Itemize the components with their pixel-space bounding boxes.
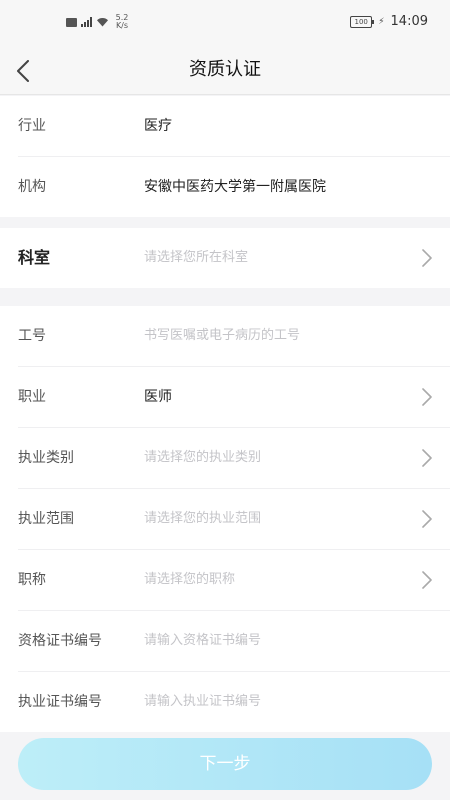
sim-icon xyxy=(66,17,77,27)
practice-cert-input[interactable] xyxy=(144,672,384,732)
page-title: 资质认证 xyxy=(189,59,261,80)
chevron-right-icon xyxy=(422,249,432,267)
row-professional-title[interactable]: 职称 请选择您的职称 xyxy=(18,550,450,611)
chevron-right-icon xyxy=(422,388,432,406)
row-practice-cert: 执业证书编号 xyxy=(18,672,450,732)
row-practice-scope[interactable]: 执业范围 请选择您的执业范围 xyxy=(18,489,450,550)
occupation-value: 医师 xyxy=(144,389,172,405)
row-qualification-cert: 资格证书编号 xyxy=(18,611,450,672)
chevron-right-icon xyxy=(422,449,432,467)
institution-label: 机构 xyxy=(18,179,46,195)
row-practice-category[interactable]: 执业类别 请选择您的执业类别 xyxy=(18,428,450,489)
status-right: 100 ⚡ 14:09 xyxy=(350,14,428,29)
row-department[interactable]: 科室 请选择您所在科室 xyxy=(18,228,450,288)
department-label: 科室 xyxy=(18,248,51,267)
practice-scope-placeholder: 请选择您的执业范围 xyxy=(144,511,262,526)
row-institution: 机构 安徽中医药大学第一附属医院 xyxy=(18,157,450,217)
status-left: 5.2 K/s xyxy=(66,14,131,30)
practice-category-label: 执业类别 xyxy=(18,450,74,466)
row-industry: 行业 医疗 xyxy=(18,96,450,157)
status-bar: 5.2 K/s 100 ⚡ 14:09 xyxy=(0,0,450,46)
professional-title-placeholder: 请选择您的职称 xyxy=(144,572,236,587)
row-employee-id: 工号 xyxy=(18,306,450,367)
department-placeholder: 请选择您所在科室 xyxy=(144,250,249,265)
chevron-right-icon xyxy=(422,510,432,528)
status-time: 14:09 xyxy=(390,14,428,29)
employee-id-label: 工号 xyxy=(18,328,46,344)
industry-value: 医疗 xyxy=(144,118,172,134)
section-department: 科室 请选择您所在科室 xyxy=(0,228,450,288)
row-occupation[interactable]: 职业 医师 xyxy=(18,367,450,428)
occupation-label: 职业 xyxy=(18,389,46,405)
nav-bar: 资质认证 xyxy=(0,46,450,95)
wifi-icon xyxy=(97,18,108,27)
industry-label: 行业 xyxy=(18,118,46,134)
qualification-cert-label: 资格证书编号 xyxy=(18,633,102,649)
employee-id-input[interactable] xyxy=(144,306,384,366)
battery-icon: 100 xyxy=(350,15,375,28)
professional-title-label: 职称 xyxy=(18,572,46,588)
practice-cert-label: 执业证书编号 xyxy=(18,694,102,710)
practice-category-placeholder: 请选择您的执业类别 xyxy=(144,450,262,465)
section-basic-info: 行业 医疗 机构 安徽中医药大学第一附属医院 xyxy=(0,96,450,217)
section-credentials: 工号 职业 医师 执业类别 请选择您的执业类别 执业范围 请选择您的执业范围 职… xyxy=(0,306,450,732)
chevron-right-icon xyxy=(422,571,432,589)
institution-value: 安徽中医药大学第一附属医院 xyxy=(144,179,326,195)
next-step-button[interactable]: 下一步 xyxy=(18,738,432,790)
net-speed: 5.2 K/s xyxy=(115,13,129,30)
qualification-cert-input[interactable] xyxy=(144,611,384,671)
charging-icon: ⚡ xyxy=(378,16,385,27)
practice-scope-label: 执业范围 xyxy=(18,511,74,527)
signal-icon xyxy=(81,17,92,27)
